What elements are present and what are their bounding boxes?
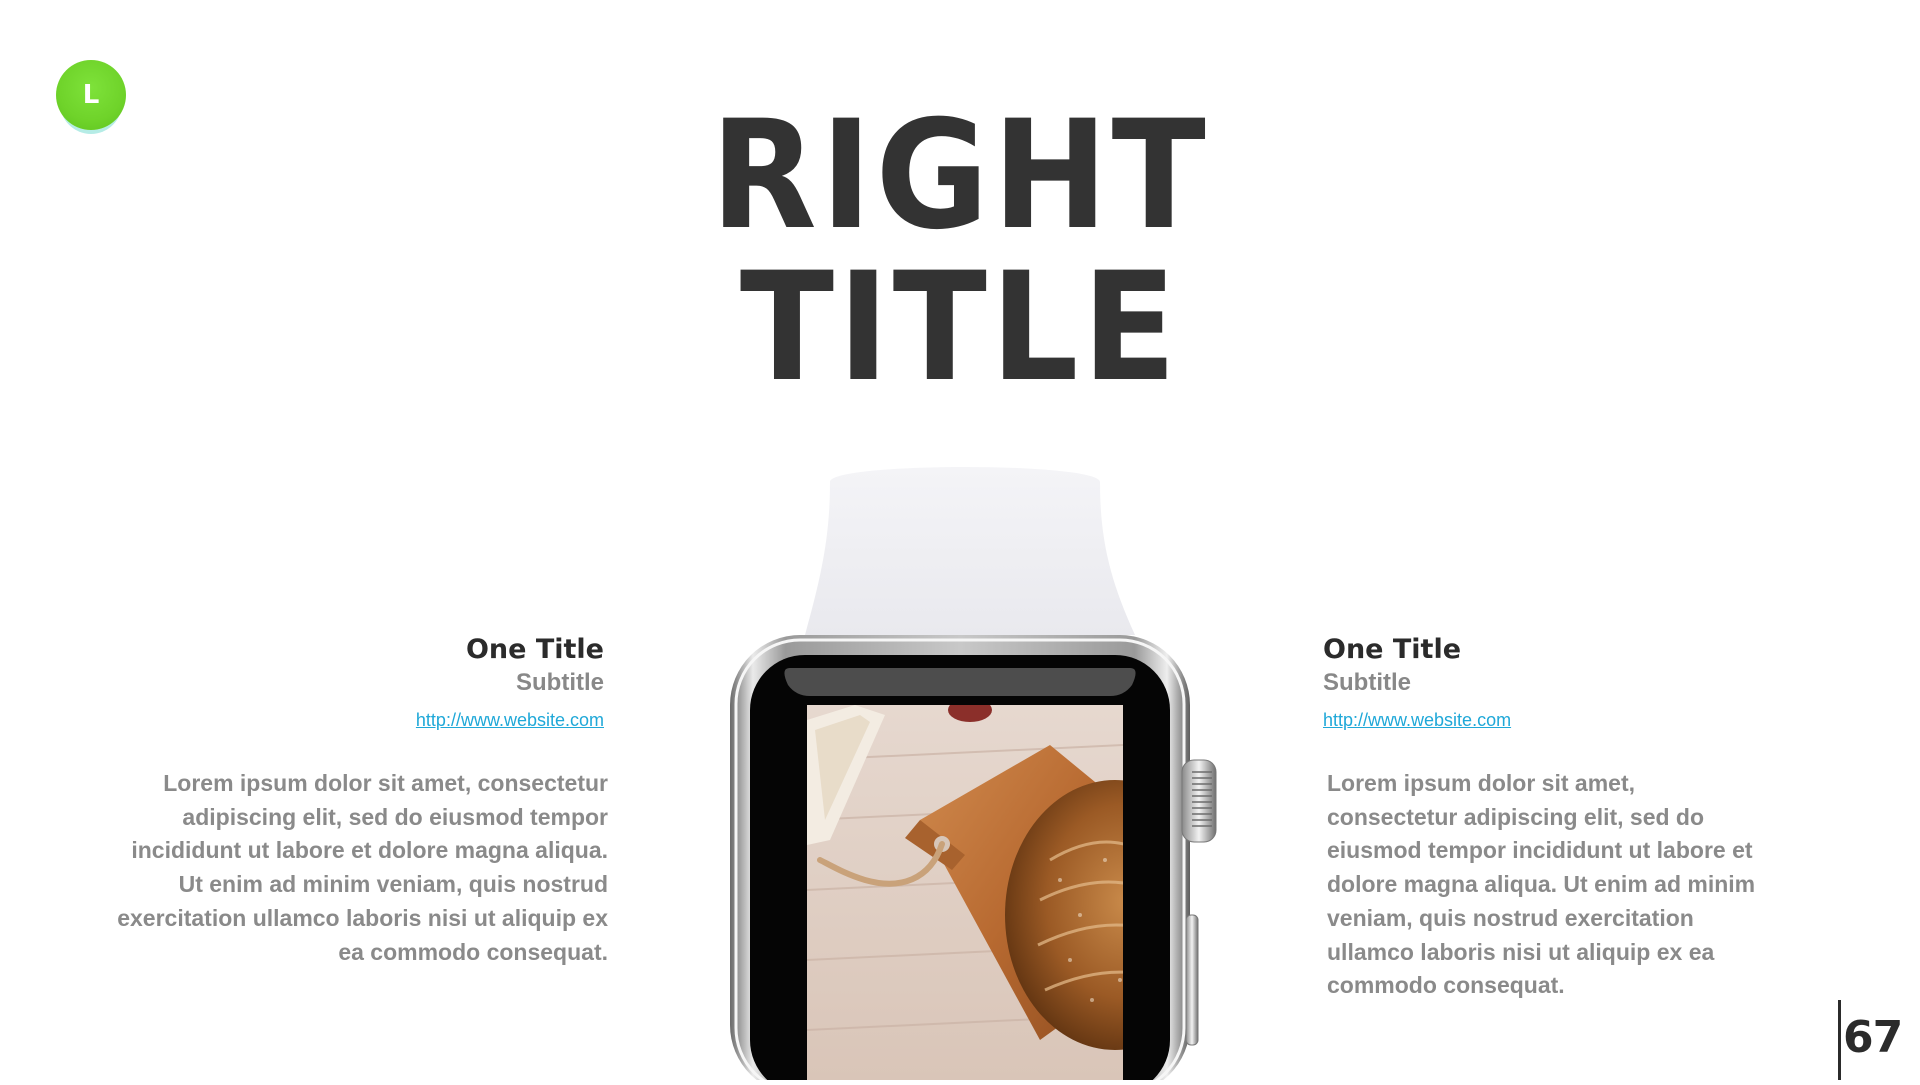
smartwatch-illustration <box>730 467 1217 1085</box>
left-block-body: Lorem ipsum dolor sit amet, consectetur … <box>117 770 608 965</box>
left-block-title: One Title <box>465 634 604 665</box>
page-title-line-2: TITLE <box>739 241 1181 415</box>
right-block-title: One Title <box>1323 634 1462 665</box>
right-block-link[interactable]: http://www.website.com <box>1323 710 1511 731</box>
page-number: 67 <box>1843 1012 1903 1063</box>
right-text-block: One Title Subtitle http://www.website.co… <box>1323 632 1823 1003</box>
left-block-subtitle: Subtitle <box>516 669 604 696</box>
right-block-body: Lorem ipsum dolor sit amet, consectetur … <box>1327 770 1756 999</box>
smartwatch-mockup <box>720 460 1220 1085</box>
page-number-box: 67 <box>1838 1000 1920 1080</box>
left-block-link[interactable]: http://www.website.com <box>416 710 604 731</box>
left-text-block: One Title Subtitle http://www.website.co… <box>104 632 608 969</box>
right-block-subtitle: Subtitle <box>1323 669 1411 696</box>
page-title-line-1: RIGHT <box>710 89 1210 263</box>
page-title: RIGHT TITLE <box>77 100 1843 404</box>
